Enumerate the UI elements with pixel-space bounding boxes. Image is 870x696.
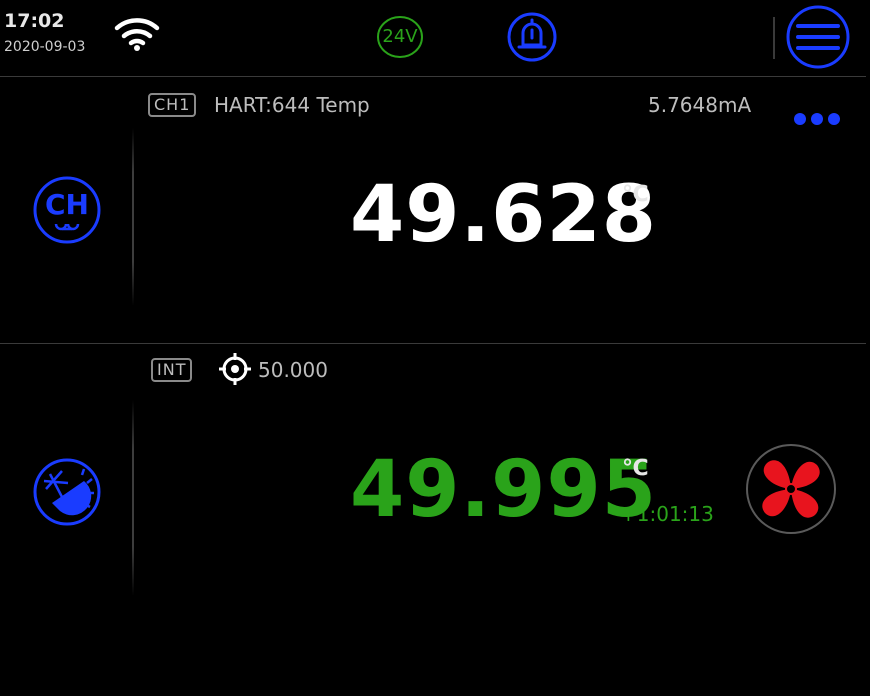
setpoint-value[interactable]: 50.000: [258, 358, 328, 382]
alarm-bell-icon[interactable]: [506, 11, 558, 63]
internal-measured-value: 49.995: [350, 445, 657, 535]
menu-divider: [773, 17, 775, 59]
more-dots-icon[interactable]: [793, 112, 841, 126]
heat-cool-mode-icon[interactable]: [32, 457, 102, 527]
internal-tag: INT: [151, 358, 193, 382]
svg-text:CH: CH: [45, 188, 89, 221]
clock-date: 2020-09-03: [4, 39, 86, 55]
channel-measured-value: 49.628: [350, 170, 657, 260]
fan-icon[interactable]: [745, 443, 837, 535]
internal-unit: ℃: [622, 456, 649, 481]
divider-top: [0, 76, 866, 77]
menu-icon[interactable]: [785, 4, 851, 70]
divider-middle: [0, 343, 866, 344]
channel-icon[interactable]: CH: [32, 175, 102, 245]
channel-current-readout: 5.7648mA: [648, 93, 752, 117]
channel-tag: CH1: [148, 93, 197, 117]
supply-voltage-label: 24V: [382, 26, 418, 47]
channel-unit: ℃: [622, 182, 649, 207]
supply-voltage-indicator[interactable]: 24V: [376, 15, 424, 59]
crosshair-icon: [219, 353, 251, 385]
stability-elapsed-time: +1:01:13: [620, 502, 714, 526]
channel-vertical-divider: [132, 128, 134, 306]
internal-vertical-divider: [132, 400, 134, 596]
channel-sensor-name: HART:644 Temp: [214, 93, 370, 117]
clock-time: 17:02: [4, 10, 65, 32]
wifi-icon: [114, 18, 160, 51]
